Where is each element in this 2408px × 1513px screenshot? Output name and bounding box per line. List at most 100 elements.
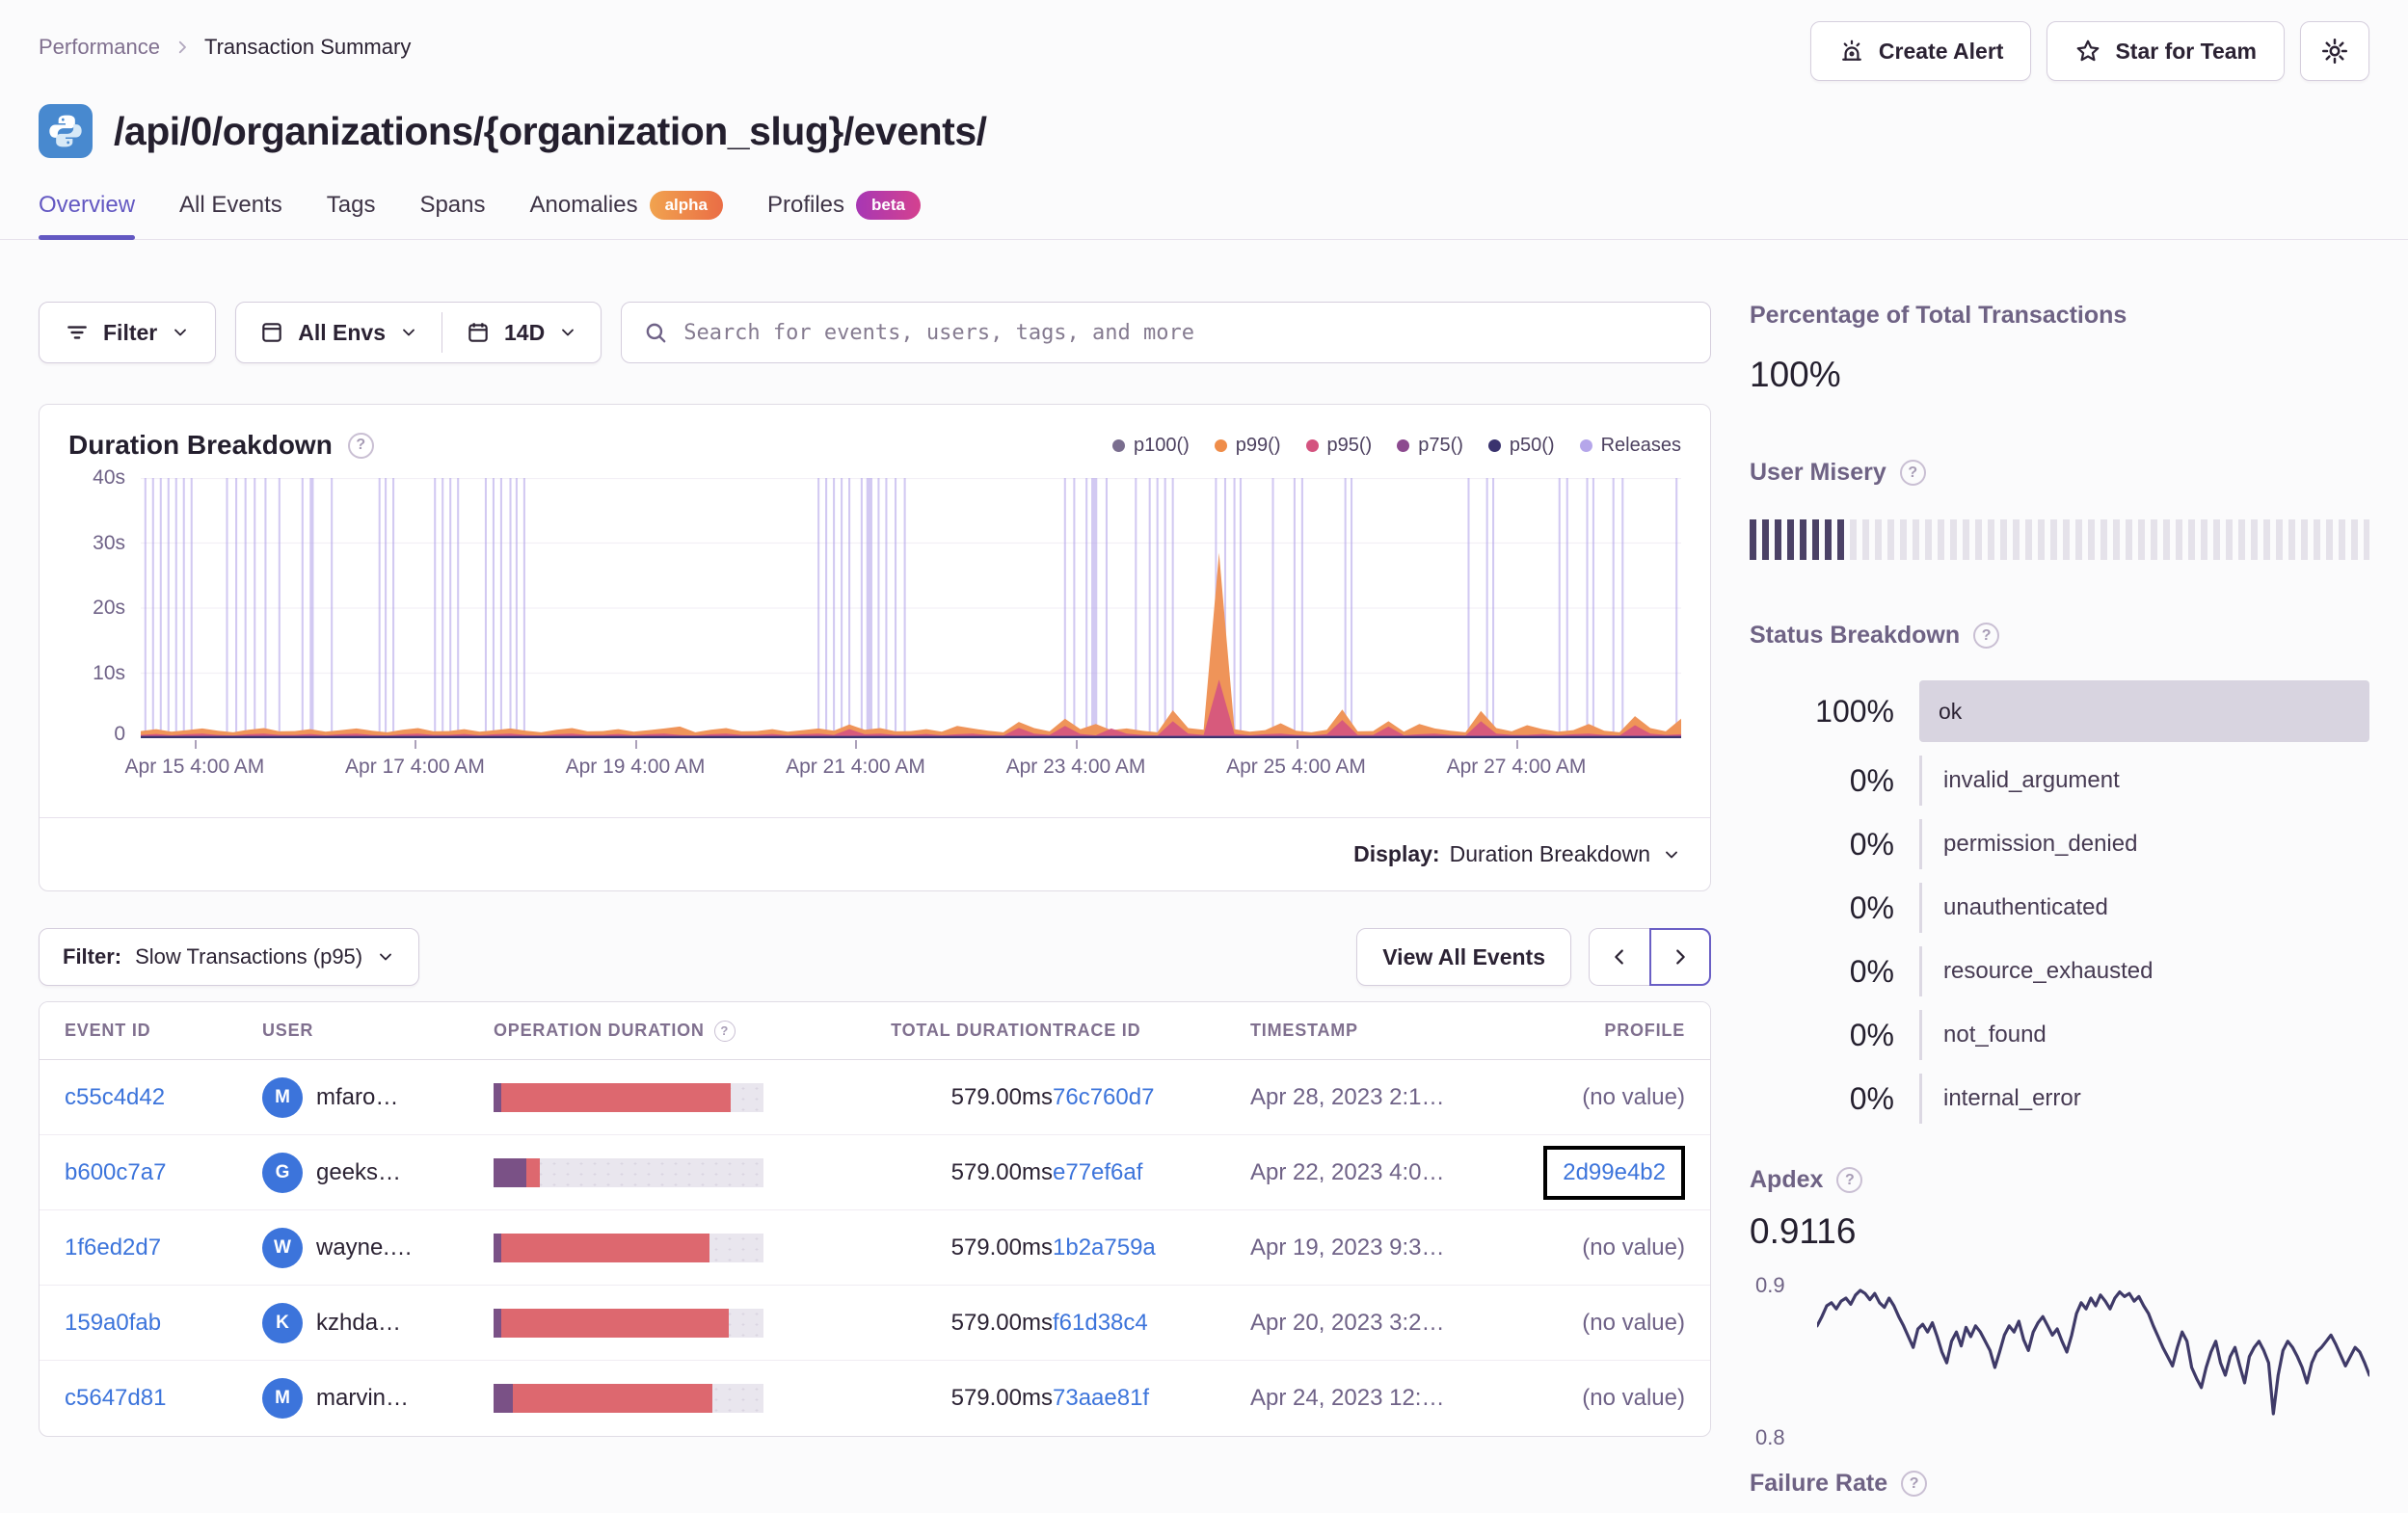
trace-id-link[interactable]: 73aae81f (1053, 1385, 1149, 1412)
help-icon[interactable]: ? (1836, 1167, 1863, 1193)
misery-bar-empty (2088, 519, 2095, 560)
breadcrumb-performance[interactable]: Performance (39, 35, 160, 60)
help-icon[interactable]: ? (1973, 623, 2000, 649)
operation-duration-bar[interactable] (494, 1082, 763, 1112)
date-range-dropdown[interactable]: 14D (442, 303, 601, 362)
view-all-events-button[interactable]: View All Events (1356, 928, 1571, 986)
event-id-link[interactable]: 159a0fab (65, 1310, 161, 1337)
tab-overview[interactable]: Overview (39, 191, 136, 240)
env-date-control: All Envs 14D (235, 302, 602, 363)
legend-dot (1111, 438, 1125, 452)
x-axis: Apr 15 4:00 AM Apr 17 4:00 AM Apr 19 4:00 … (125, 738, 1681, 788)
chevron-left-icon (1615, 949, 1623, 965)
trace-id-cell: f61d38c4 (1053, 1310, 1250, 1337)
events-table-body: c55c4d42 Mmfaro… 579.00ms 76c760d7 Apr 28, 2… (40, 1060, 1710, 1436)
help-icon[interactable]: ? (1899, 460, 1926, 486)
chart-plot-area[interactable] (141, 478, 1681, 738)
user[interactable]: Ggeeks… (262, 1152, 401, 1193)
event-id-link[interactable]: b600c7a7 (65, 1159, 166, 1186)
misery-bar-empty (1988, 519, 1994, 560)
legend-item-p95[interactable]: p95() (1305, 434, 1373, 457)
settings-button[interactable] (2300, 21, 2369, 81)
apdex-y-labels: 0.9 0.8 (1750, 1261, 1817, 1454)
misery-bar-filled (1800, 519, 1806, 560)
operation-duration-bar[interactable] (494, 1233, 763, 1262)
column-header-profile[interactable]: PROFILE (1535, 1021, 1685, 1041)
column-header-user[interactable]: USER (262, 1021, 494, 1041)
column-header-timestamp[interactable]: TIMESTAMP (1250, 1021, 1535, 1041)
x-tick-label: Apr 19 4:00 AM (565, 756, 706, 778)
tab-profiles[interactable]: Profiles beta (767, 191, 921, 239)
operation-duration-bar[interactable] (494, 1157, 763, 1187)
misery-bar-filled (1775, 519, 1781, 560)
tab-all-events[interactable]: All Events (179, 191, 282, 239)
next-page-button[interactable] (1649, 928, 1711, 986)
legend-item-p50[interactable]: p50() (1487, 435, 1555, 457)
tab-anomalies[interactable]: Anomalies alpha (530, 191, 723, 239)
environment-dropdown[interactable]: All Envs (236, 303, 441, 362)
timestamp-cell: Apr 28, 2023 2:1… (1250, 1083, 1445, 1110)
table-row: 1f6ed2d7 Wwayne.… 579.00ms 1b2a759a Apr 19, … (40, 1210, 1710, 1286)
column-header-label: OPERATION DURATION (494, 1021, 705, 1040)
profile-link[interactable]: 2d99e4b2 (1563, 1159, 1666, 1185)
trace-id-link[interactable]: f61d38c4 (1053, 1310, 1148, 1337)
table-row: c5647d81 Mmarvin… 579.00ms 73aae81f Apr 24, … (40, 1361, 1710, 1436)
help-icon[interactable]: ? (713, 1020, 736, 1042)
legend-item-p75[interactable]: p75() (1397, 435, 1463, 457)
create-alert-button[interactable]: Create Alert (1809, 21, 2032, 81)
profile-cell: (no value) (1582, 1234, 1685, 1261)
status-value: 0% (1849, 1017, 1894, 1052)
event-id-link[interactable]: 1f6ed2d7 (65, 1234, 161, 1261)
avatar: G (262, 1152, 303, 1193)
duration-chart-svg (141, 478, 1681, 738)
filter-bar: Filter All Envs 14D (39, 302, 1711, 363)
legend-item-p99[interactable]: p99() (1214, 435, 1281, 457)
status-breakdown-title-row: Status Breakdown ? (1750, 622, 2369, 650)
user-cell: Ggeeks… (262, 1152, 494, 1193)
star-for-team-button[interactable]: Star for Team (2047, 21, 2285, 81)
legend-item-p100[interactable]: p100() (1111, 435, 1190, 457)
user[interactable]: Wwayne.… (262, 1227, 413, 1268)
total-duration-cell: 579.00ms (950, 1234, 1053, 1261)
display-dropdown[interactable]: Duration Breakdown (1450, 841, 1681, 867)
breadcrumb-chevron-icon (174, 39, 191, 56)
trace-id-link[interactable]: 76c760d7 (1053, 1084, 1154, 1111)
failure-rate-title-row: Failure Rate ? (1750, 1470, 2369, 1498)
transactions-filter-dropdown[interactable]: Filter: Slow Transactions (p95) (39, 928, 420, 986)
tab-spans[interactable]: Spans (419, 191, 485, 239)
environment-label: All Envs (298, 319, 386, 345)
user-name: kzhda… (316, 1309, 402, 1336)
operation-duration-bar[interactable] (494, 1308, 763, 1338)
tab-label: Anomalies (529, 192, 638, 218)
event-id-link[interactable]: c55c4d42 (65, 1084, 165, 1111)
misery-bar-empty (1975, 519, 1982, 560)
legend-label: p95() (1326, 434, 1373, 456)
x-tick-label: Apr 27 4:00 AM (1446, 756, 1587, 778)
operation-duration-bar[interactable] (494, 1384, 763, 1413)
column-header-trace-id[interactable]: TRACE ID (1053, 1021, 1250, 1041)
status-zero-bar (1919, 1074, 1922, 1124)
misery-bar-empty (2276, 519, 2283, 560)
user[interactable]: Kkzhda… (262, 1302, 402, 1343)
help-icon[interactable]: ? (347, 432, 374, 459)
help-icon[interactable]: ? (1901, 1471, 1928, 1497)
column-header-operation-duration[interactable]: OPERATION DURATION? (494, 1020, 836, 1042)
trace-id-link[interactable]: 1b2a759a (1053, 1234, 1156, 1261)
previous-page-button[interactable] (1589, 928, 1650, 986)
calendar-icon (468, 323, 488, 342)
duration-breakdown-title: Duration Breakdown (68, 430, 333, 460)
user[interactable]: Mmarvin… (262, 1378, 409, 1419)
column-header-total-duration[interactable]: TOTAL DURATION (836, 1021, 1053, 1041)
column-header-event-id[interactable]: EVENT ID (65, 1021, 262, 1041)
status-row-permission_denied: 0% permission_denied (1750, 819, 2369, 869)
user[interactable]: Mmfaro… (262, 1076, 398, 1118)
trace-id-link[interactable]: e77ef6af (1053, 1159, 1142, 1186)
legend-item-Releases[interactable]: Releases (1579, 435, 1681, 457)
event-id-link[interactable]: c5647d81 (65, 1385, 166, 1412)
status-bar[interactable]: ok (1919, 680, 2369, 742)
tab-tags[interactable]: Tags (327, 191, 376, 239)
breadcrumb-transaction-summary: Transaction Summary (203, 35, 412, 59)
timestamp-cell: Apr 19, 2023 9:3… (1250, 1234, 1445, 1261)
search-input[interactable] (683, 320, 1689, 345)
filter-dropdown[interactable]: Filter (39, 302, 217, 363)
